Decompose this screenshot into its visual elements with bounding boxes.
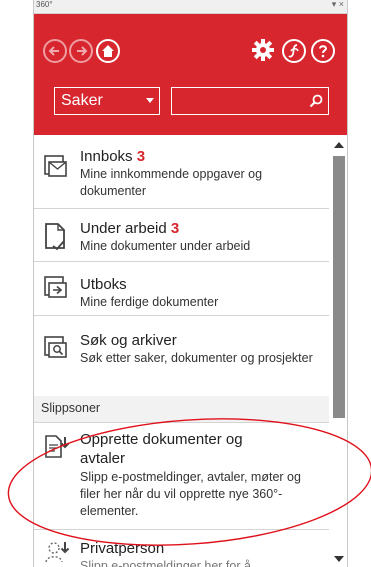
scope-select[interactable]: Saker — [54, 87, 160, 115]
home-icon — [102, 45, 114, 57]
dropzone-description: Slipp e-postmeldinger, avtaler, møter og… — [80, 470, 301, 518]
back-button[interactable] — [43, 39, 67, 63]
home-button[interactable] — [96, 39, 120, 63]
chevron-down-icon — [146, 98, 154, 103]
list-item-under-arbeid[interactable]: Under arbeid 3 Mine dokumenter under arb… — [34, 209, 329, 262]
scrollbar-thumb[interactable] — [333, 156, 345, 418]
dropzone-title-line2: avtaler — [80, 450, 126, 467]
archive-search-icon — [44, 336, 67, 358]
item-description: Mine ferdige dokumenter — [80, 295, 219, 309]
section-label: Slippsoner — [41, 401, 101, 415]
dropzone-privatperson[interactable]: Privatperson Slipp e-postmeldinger her f… — [34, 530, 329, 567]
list-item-utboks[interactable]: Utboks Mine ferdige dokumenter — [34, 262, 329, 316]
item-description: Mine dokumenter under arbeid — [80, 239, 251, 253]
search-icon[interactable] — [309, 94, 323, 108]
sidebar-panel: 360° ▾ × Saker Innboks 3 Mine innkommend… — [33, 0, 348, 567]
gear-icon — [252, 39, 274, 61]
document-check-icon — [45, 223, 65, 251]
item-title: Under arbeid 3 — [80, 220, 180, 237]
forward-arrow-icon — [77, 46, 88, 56]
list-item-sok-og-arkiver[interactable]: Søk og arkiver Søk etter saker, dokument… — [34, 316, 329, 397]
back-arrow-icon — [48, 46, 59, 56]
window-titlebar: 360° ▾ × — [34, 0, 347, 14]
person-icon — [45, 542, 70, 563]
header-toolbar: Saker — [34, 14, 347, 135]
link-icon — [288, 44, 299, 58]
settings-button[interactable] — [251, 38, 275, 62]
item-count-badge: 3 — [136, 148, 146, 165]
window-title: 360° — [36, 0, 53, 9]
scroll-down-arrow-icon[interactable] — [334, 556, 344, 562]
dropzone-title-line1: Opprette dokumenter og — [80, 431, 243, 448]
item-title: Utboks — [80, 276, 127, 293]
inbox-icon — [44, 155, 67, 177]
section-header-slippsoner: Slippsoner — [34, 396, 329, 423]
window-controls[interactable]: ▾ × — [332, 0, 344, 10]
search-input[interactable] — [171, 87, 329, 115]
help-button[interactable] — [311, 39, 335, 63]
list-item-innboks[interactable]: Innboks 3 Mine innkommende oppgaver og d… — [34, 135, 329, 209]
create-document-icon — [45, 435, 70, 458]
link-button[interactable] — [282, 39, 306, 63]
item-title: Innboks 3 — [80, 148, 146, 165]
item-count-badge: 3 — [170, 220, 180, 237]
help-icon — [319, 45, 328, 58]
scroll-up-arrow-icon[interactable] — [334, 142, 344, 148]
item-title: Søk og arkiver — [80, 332, 177, 349]
dropzone-title: Privatperson — [80, 540, 165, 557]
item-description: Mine innkommende oppgaver og dokumenter — [80, 167, 263, 198]
forward-button[interactable] — [69, 39, 93, 63]
dropzone-description: Slipp e-postmeldinger her for å — [80, 559, 251, 567]
item-description: Søk etter saker, dokumenter og prosjekte… — [80, 351, 313, 365]
scope-select-value: Saker — [61, 92, 103, 109]
outbox-icon — [44, 276, 67, 298]
dropzone-create-documents[interactable]: Opprette dokumenter og avtaler Slipp e-p… — [34, 423, 329, 530]
